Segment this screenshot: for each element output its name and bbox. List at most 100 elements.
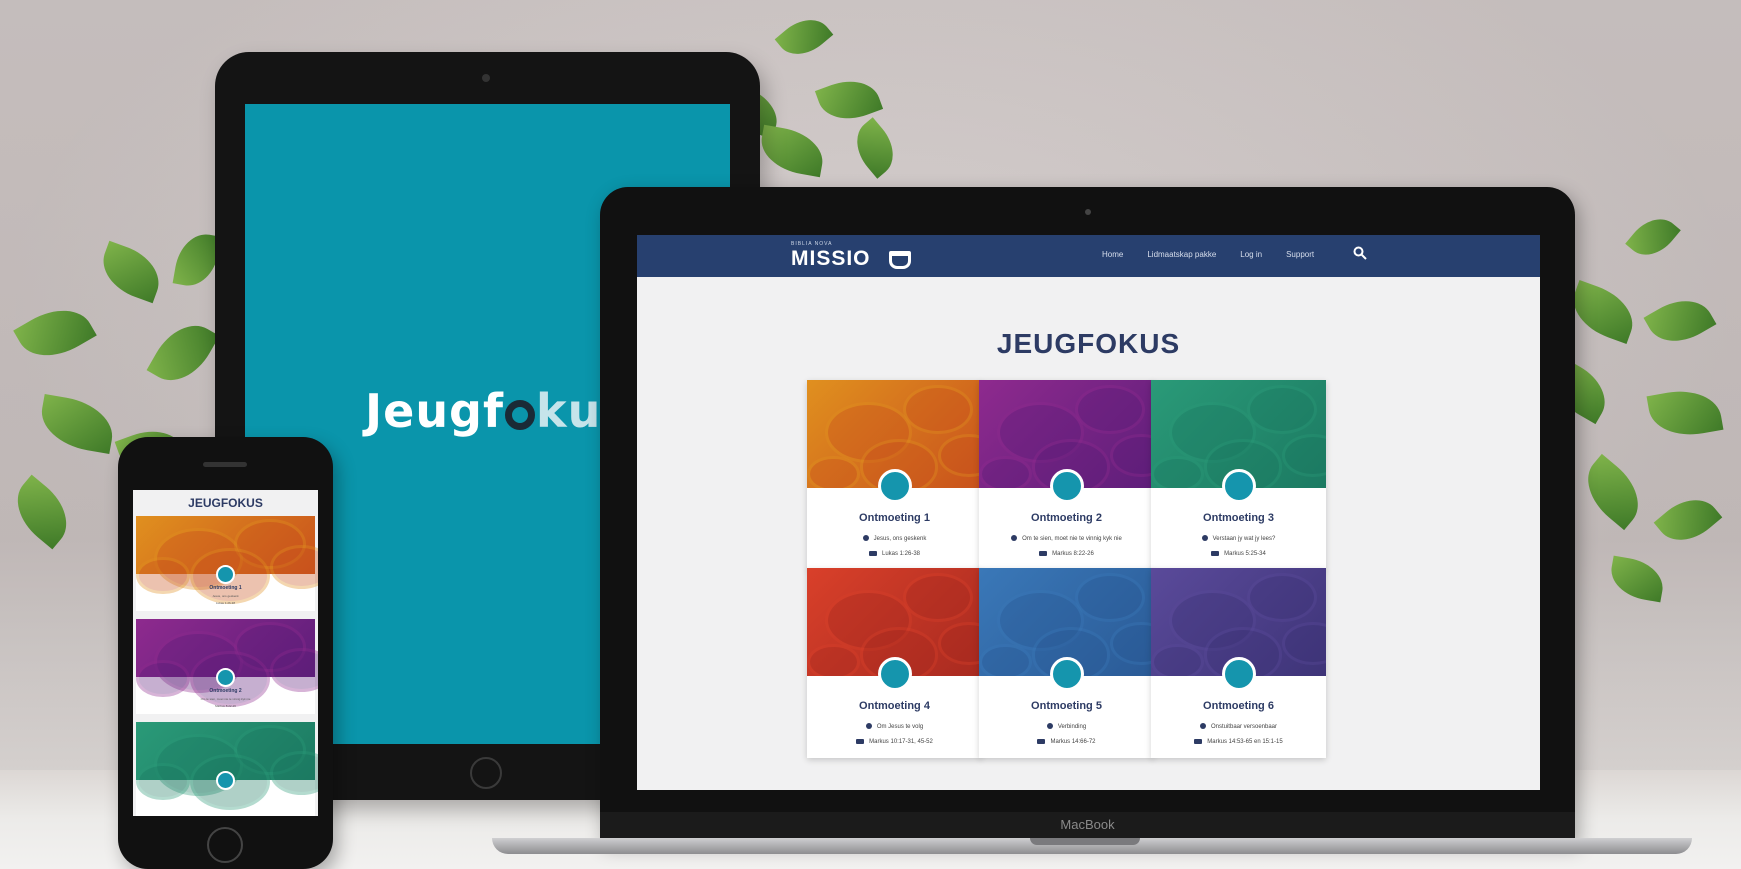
card-theme: Jesus, ons geskenk [807,535,982,542]
logo-ring-icon [505,400,536,430]
card-reference: Markus 10:17-31, 45-52 [807,739,982,745]
jeugfokus-badge-icon [216,771,235,790]
texture-pattern [1247,573,1318,623]
session-card[interactable]: Ontmoeting 1 Jesus, ons geskenk Lukas 1:26… [136,516,318,611]
session-card[interactable] [136,722,318,816]
card-theme-text: Jesus, ons geskenk [873,536,927,542]
card-title: Ontmoeting 6 [1203,700,1274,712]
card-theme-text: Verstaan jy wat jy lees? [1212,536,1276,542]
card-reference: Lukas 1:26-38 [807,551,982,557]
card-theme: Om Jesus te volg [807,723,982,730]
nav-links: Home Lidmaatskap pakke Log in Support [1102,250,1338,259]
card-theme-text: Verbinding [1057,724,1087,730]
card-reference: Markus 5:25-34 [1151,551,1326,557]
card-reference: Markus 8:22-26 [979,551,1154,557]
texture-pattern [938,622,982,665]
session-card[interactable]: Ontmoeting 5 Verbinding Markus 14:66-72 [979,568,1154,758]
texture-pattern [1247,385,1318,435]
camera-icon [1085,209,1091,215]
camera-icon [482,74,490,82]
texture-pattern [1110,434,1154,477]
card-theme: Om te sien, moet nie te vinnig kyk nie [979,535,1154,542]
card-title: Ontmoeting 2 [209,688,242,694]
jeugfokus-logo: Jeugf kus [365,384,630,438]
texture-pattern [938,434,982,477]
card-reference-text: Markus 5:25-34 [1224,551,1266,557]
card-theme-text: Onstuitbaar versoenbaar [1210,724,1278,730]
card-reference-text: Lukas 1:26-38 [881,551,921,557]
texture-pattern [1282,622,1326,665]
texture-pattern [270,648,318,692]
phone-device: JEUGFOKUS Ontmoeting 1 Jesus, ons geskenk… [118,437,333,869]
card-reference-text: Markus 8:22-26 [1052,551,1094,557]
site-logo[interactable]: BIBLIA NOVA MISSIO [791,241,911,271]
nav-link-membership[interactable]: Lidmaatskap pakke [1147,250,1216,259]
card-theme: Om te sien, moet nie te vinnig kyk nie [200,697,251,701]
book-icon [1037,739,1046,744]
jeugfokus-badge-icon [216,565,235,584]
jeugfokus-badge-icon [878,657,912,691]
card-theme: Jesus, ons geskenk [212,594,239,598]
chalice-icon [889,251,911,269]
bullet-icon [1011,535,1018,541]
nav-link-login[interactable]: Log in [1240,250,1262,259]
search-icon[interactable] [1353,246,1369,262]
page-title: JEUGFOKUS [188,496,263,510]
texture-pattern [1110,622,1154,665]
phone-screen: JEUGFOKUS Ontmoeting 1 Jesus, ons geskenk… [133,490,318,816]
bullet-icon [1201,535,1208,541]
texture-pattern [1151,643,1204,676]
jeugfokus-badge-icon [1222,657,1256,691]
bullet-icon [1199,723,1206,729]
texture-pattern [1282,434,1326,477]
texture-pattern [270,751,318,795]
card-theme-text: Om Jesus te volg [876,724,924,730]
book-icon [856,739,865,744]
texture-pattern [903,573,974,623]
session-card[interactable]: Ontmoeting 2 Om te sien, moet nie te vinn… [136,619,318,714]
card-theme: Onstuitbaar versoenbaar [1151,723,1326,730]
logo-wordmark: MISSIO [791,247,871,270]
card-reference: Markus 8:22-26 [215,704,236,708]
home-button[interactable] [470,757,502,789]
card-theme: Verbinding [979,723,1154,730]
site-navbar: BIBLIA NOVA MISSIO Home Lidmaatskap pakk… [637,235,1540,277]
card-reference-text: Markus 10:17-31, 45-52 [869,739,933,745]
jeugfokus-badge-icon [1222,469,1256,503]
texture-pattern [807,455,860,488]
bullet-icon [865,723,872,729]
card-reference-text: Markus 14:53-65 en 15:1-15 [1207,739,1283,745]
session-card[interactable]: Ontmoeting 3 Verstaan jy wat jy lees? Mark… [1151,380,1326,570]
texture-pattern [807,643,860,676]
nav-link-home[interactable]: Home [1102,250,1123,259]
jeugfokus-badge-icon [1050,469,1084,503]
texture-pattern [1075,385,1146,435]
card-title: Ontmoeting 1 [859,512,930,524]
card-reference-text: Markus 14:66-72 [1050,739,1096,745]
texture-pattern [979,643,1032,676]
laptop-notch [1030,838,1140,845]
texture-pattern [979,455,1032,488]
card-theme: Verstaan jy wat jy lees? [1151,535,1326,542]
session-card[interactable]: Ontmoeting 4 Om Jesus te volg Markus 10:17… [807,568,982,758]
page-title: JEUGFOKUS [996,328,1181,359]
laptop-brand-label: MacBook [1060,817,1115,832]
nav-link-support[interactable]: Support [1286,250,1314,259]
home-button[interactable] [207,827,243,863]
bullet-icon [862,535,869,541]
card-theme-text: Om te sien, moet nie te vinnig kyk nie [1022,536,1122,542]
laptop-screen: BIBLIA NOVA MISSIO Home Lidmaatskap pakk… [637,235,1540,790]
card-reference: Markus 14:53-65 en 15:1-15 [1151,739,1326,745]
session-card[interactable]: Ontmoeting 6 Onstuitbaar versoenbaar Marku… [1151,568,1326,758]
card-title: Ontmoeting 5 [1031,700,1102,712]
session-card[interactable]: Ontmoeting 1 Jesus, ons geskenk Lukas 1:26… [807,380,982,570]
speaker-icon [203,462,247,467]
book-icon [1039,551,1048,556]
texture-pattern [1151,455,1204,488]
card-title: Ontmoeting 3 [1203,512,1274,524]
session-card[interactable]: Ontmoeting 2 Om te sien, moet nie te vinn… [979,380,1154,570]
card-reference: Markus 14:66-72 [979,739,1154,745]
book-icon [868,551,877,556]
texture-pattern [1075,573,1146,623]
jeugfokus-badge-icon [1050,657,1084,691]
